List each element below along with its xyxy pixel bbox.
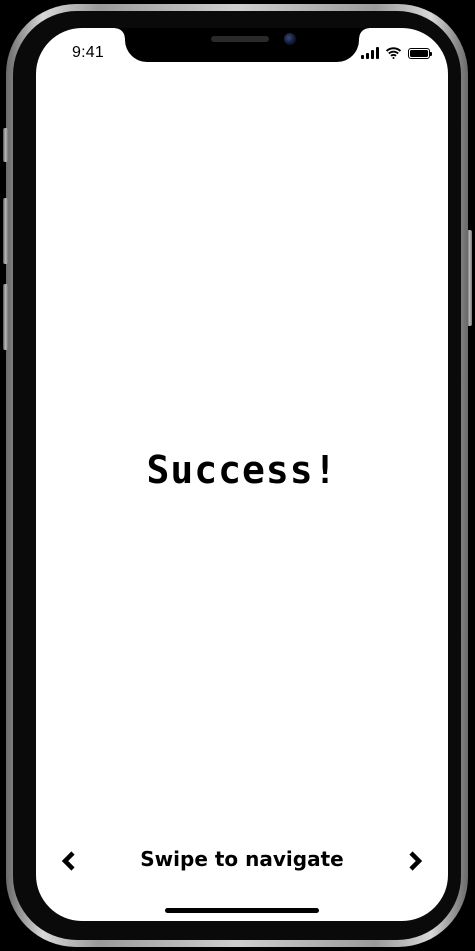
success-heading: Success! xyxy=(146,448,338,492)
chevron-right-icon[interactable] xyxy=(404,850,426,872)
status-icons xyxy=(361,45,432,59)
notch xyxy=(115,28,369,62)
cellular-signal-icon xyxy=(361,47,379,59)
front-camera xyxy=(284,33,296,45)
home-indicator[interactable] xyxy=(165,908,319,913)
battery-icon xyxy=(408,48,432,59)
power-button xyxy=(467,230,472,326)
earpiece-speaker xyxy=(211,36,269,42)
silent-switch xyxy=(3,128,8,162)
volume-down-button xyxy=(3,284,8,350)
swipe-hint-label: Swipe to navigate xyxy=(140,847,344,871)
volume-up-button xyxy=(3,198,8,264)
wifi-icon xyxy=(385,47,402,59)
app-screen: 9:41 Success! Swipe to navigate xyxy=(36,28,448,921)
battery-level xyxy=(410,50,428,57)
status-time: 9:41 xyxy=(72,44,104,61)
phone-device: 9:41 Success! Swipe to navigate xyxy=(0,0,475,951)
